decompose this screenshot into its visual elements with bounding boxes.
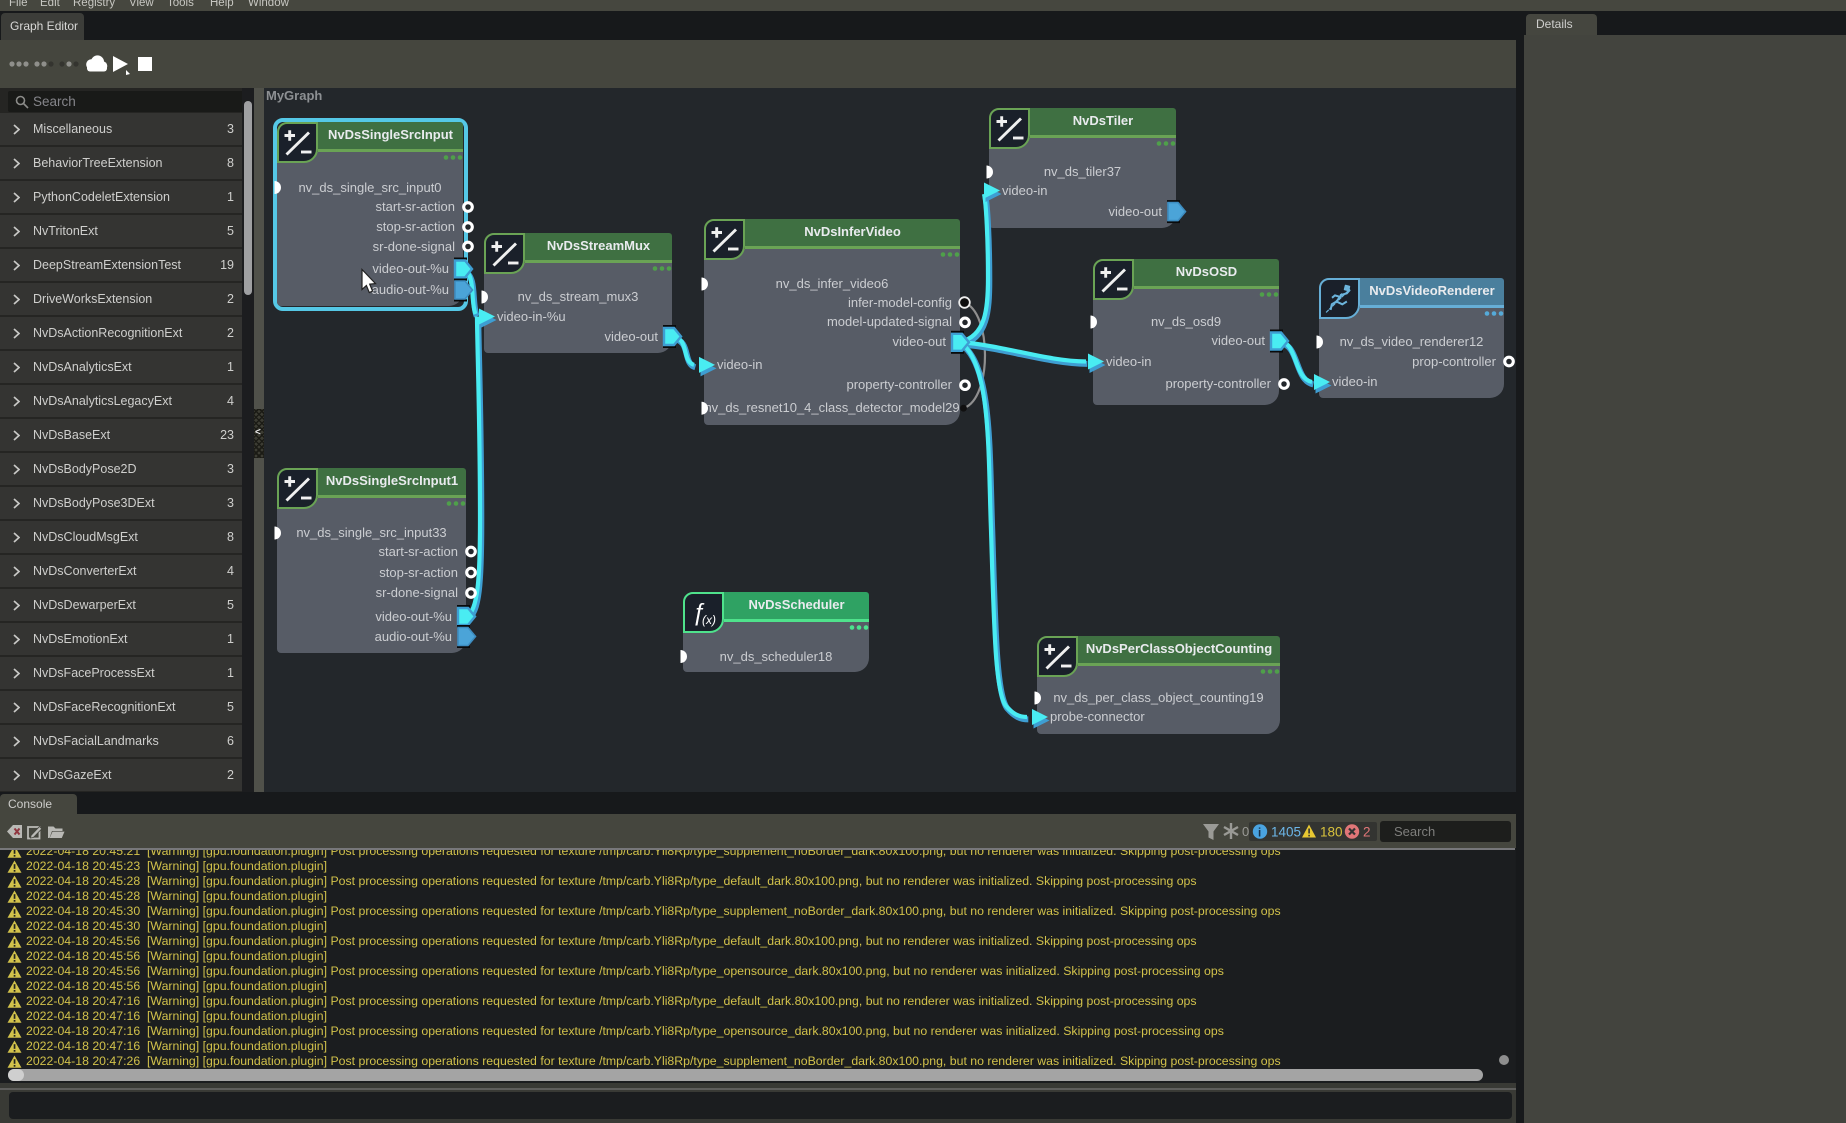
svg-text:0: 0 [1242, 824, 1249, 839]
svg-text:180: 180 [1320, 825, 1343, 840]
svg-text:1405: 1405 [1271, 825, 1301, 840]
svg-text:i: i [1258, 828, 1261, 840]
svg-text:2: 2 [1363, 825, 1371, 840]
